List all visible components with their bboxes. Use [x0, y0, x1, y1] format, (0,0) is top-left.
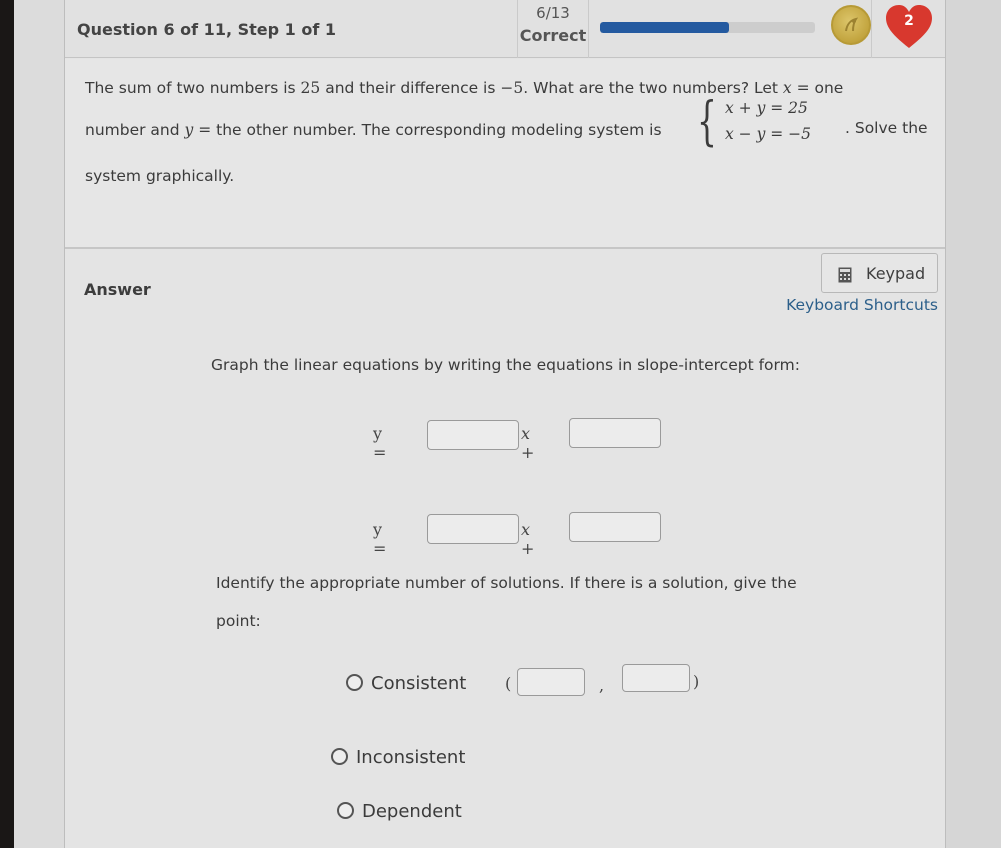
equals-sign: = — [193, 121, 217, 139]
x-plus-label: x + — [521, 520, 535, 558]
option-consistent[interactable]: Consistent — [346, 673, 466, 694]
close-paren: ) — [693, 672, 700, 691]
score-box: 6/13 Correct — [517, 0, 589, 58]
system-equation-2: x − y = −5 — [725, 125, 812, 143]
text: and their difference is — [320, 79, 501, 97]
coin-icon[interactable] — [831, 5, 871, 45]
right-gutter — [946, 0, 1001, 848]
slope-input-1[interactable] — [427, 420, 519, 450]
equation-system: { x + y = 25 x − y = −5 — [697, 93, 837, 153]
text: The sum of two numbers is — [85, 79, 301, 97]
text: number and — [85, 121, 185, 139]
graph-instruction: Graph the linear equations by writing th… — [211, 356, 800, 374]
progress-fill — [600, 22, 729, 33]
y-equals-label: y = — [373, 520, 387, 558]
lives-count: 2 — [904, 13, 914, 29]
intercept-input-2[interactable] — [569, 512, 661, 542]
keypad-label: Keypad — [866, 264, 926, 283]
text: . What are the two numbers? Let — [523, 79, 783, 97]
equals-sign: = — [791, 79, 815, 97]
question-panel: The sum of two numbers is 25 and their d… — [65, 59, 945, 249]
question-line-2-end: . Solve the — [845, 119, 928, 137]
score-fraction: 6/13 — [536, 4, 570, 22]
header-bar: Question 6 of 11, Step 1 of 1 6/13 Corre… — [65, 0, 945, 58]
keyboard-shortcuts-link[interactable]: Keyboard Shortcuts — [785, 296, 938, 314]
calculator-icon — [838, 267, 852, 283]
answer-label: Answer — [84, 280, 151, 299]
option-dependent[interactable]: Dependent — [337, 801, 462, 822]
solutions-instruction-line-1: Identify the appropriate number of solut… — [216, 574, 797, 592]
x-plus-label: x + — [521, 424, 535, 462]
y-equals-label: y = — [373, 424, 387, 462]
difference-value: −5 — [500, 79, 524, 97]
question-line-3: system graphically. — [85, 167, 235, 185]
var-y: y — [184, 121, 194, 139]
point-y-input[interactable] — [622, 664, 690, 692]
question-page: Question 6 of 11, Step 1 of 1 6/13 Corre… — [64, 0, 946, 848]
option-label: Consistent — [371, 673, 467, 694]
keypad-button[interactable]: Keypad — [821, 253, 938, 293]
question-line-1: The sum of two numbers is 25 and their d… — [85, 79, 843, 97]
text: the other number. The corresponding mode… — [216, 121, 662, 139]
radio-button[interactable] — [337, 802, 354, 819]
point-x-input[interactable] — [517, 668, 585, 696]
option-inconsistent[interactable]: Inconsistent — [331, 747, 465, 768]
comma: , — [599, 676, 605, 695]
question-step-label: Question 6 of 11, Step 1 of 1 — [77, 20, 336, 39]
system-equation-1: x + y = 25 — [725, 99, 808, 117]
slope-input-2[interactable] — [427, 514, 519, 544]
sum-value: 25 — [300, 79, 321, 97]
text: one — [814, 79, 844, 97]
score-label: Correct — [519, 26, 587, 45]
question-line-2: number and y = the other number. The cor… — [85, 121, 662, 139]
open-paren: ( — [505, 674, 512, 693]
progress-bar — [600, 22, 815, 33]
brace-icon: { — [697, 92, 717, 152]
radio-button[interactable] — [346, 674, 363, 691]
lives-box: 2 — [871, 0, 945, 58]
intercept-input-1[interactable] — [569, 418, 661, 448]
var-x: x — [782, 79, 792, 97]
coin-glyph-icon — [845, 17, 859, 32]
solutions-instruction-line-2: point: — [216, 612, 261, 630]
option-label: Inconsistent — [356, 747, 466, 768]
option-label: Dependent — [362, 801, 462, 822]
radio-button[interactable] — [331, 748, 348, 765]
